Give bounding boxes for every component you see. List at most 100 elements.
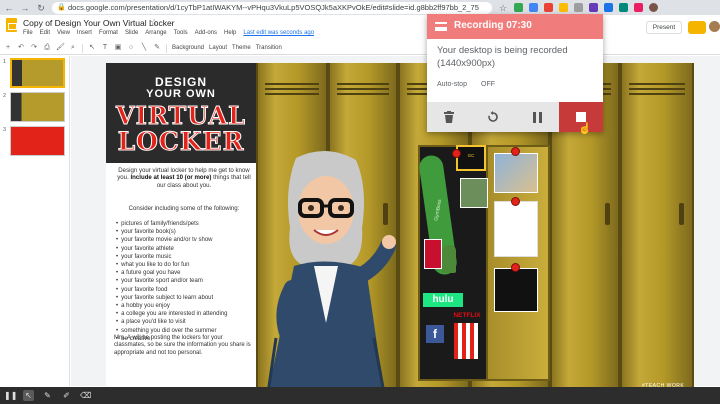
- profile-icon[interactable]: [649, 3, 658, 12]
- pause-icon[interactable]: ❚❚: [4, 390, 17, 401]
- editor-toolbar: + ↶ ↷ ⎙ 🖌 ⌕ ↖ T ▣ ○ ╲ ✎ Background Layou…: [4, 42, 720, 54]
- autostop-label: Auto-stop: [437, 81, 467, 88]
- last-edit-link[interactable]: Last edit was seconds ago: [243, 30, 314, 36]
- screen-recorder-panel: Recording 07:30 Your desktop is being re…: [427, 14, 603, 132]
- extension-icon[interactable]: [544, 3, 553, 12]
- consider-text: Consider including some of the following…: [128, 205, 240, 212]
- bitmoji-character[interactable]: [256, 148, 396, 393]
- list-item: a place you'd like to visit: [116, 318, 261, 326]
- slide-filmstrip: 1 2 3: [0, 56, 70, 386]
- facebook-logo-sticker[interactable]: f: [426, 325, 444, 343]
- menu-help[interactable]: Help: [224, 30, 236, 36]
- extension-icon[interactable]: [529, 3, 538, 12]
- closing-note: Mrs. A will be posting the lockers for y…: [114, 335, 251, 356]
- autostop-toggle[interactable]: OFF: [481, 81, 495, 88]
- pause-recording-button[interactable]: [515, 102, 559, 132]
- slide-thumbnail-1[interactable]: [10, 58, 65, 88]
- share-button[interactable]: [688, 21, 706, 34]
- shape-icon[interactable]: ○: [127, 44, 135, 52]
- sticker-sheet[interactable]: [494, 201, 538, 257]
- extension-icon[interactable]: [604, 3, 613, 12]
- restart-recording-button[interactable]: [471, 102, 515, 132]
- zoom-icon[interactable]: ⌕: [69, 44, 77, 52]
- menu-insert[interactable]: Insert: [77, 30, 92, 36]
- list-item: your favorite food: [116, 286, 261, 294]
- photo-collage-sticker[interactable]: [494, 153, 538, 193]
- image-icon[interactable]: ▣: [114, 44, 122, 52]
- slide-thumbnail-2[interactable]: [10, 92, 65, 122]
- badge-sticker[interactable]: GC: [456, 145, 486, 171]
- comment-icon[interactable]: ✎: [153, 44, 161, 52]
- redo-icon[interactable]: ↷: [30, 44, 38, 52]
- menu-file[interactable]: File: [23, 30, 33, 36]
- url-text: docs.google.com/presentation/d/1cyTbP1at…: [68, 2, 479, 12]
- toolbar-divider: [82, 43, 83, 53]
- popcorn-sticker[interactable]: [454, 323, 478, 359]
- discard-recording-button[interactable]: [427, 102, 471, 132]
- list-item: a hobby you enjoy: [116, 302, 261, 310]
- photo-sticker[interactable]: [460, 178, 488, 208]
- print-icon[interactable]: ⎙: [43, 44, 51, 52]
- list-item: your favorite movie and/or tv show: [116, 236, 261, 244]
- magnet-icon: [511, 197, 520, 206]
- menu-arrange[interactable]: Arrange: [145, 30, 166, 36]
- present-button[interactable]: Present: [646, 21, 682, 34]
- theme-button[interactable]: Theme: [232, 45, 251, 51]
- background-button[interactable]: Background: [172, 45, 204, 51]
- slide-number: 3: [3, 127, 7, 133]
- netflix-logo-sticker[interactable]: NETFLIX: [452, 312, 482, 320]
- slides-logo-icon[interactable]: [6, 18, 17, 32]
- extension-icon[interactable]: [514, 3, 523, 12]
- menu-tools[interactable]: Tools: [174, 30, 188, 36]
- screen: ← → ↻ 🔒 docs.google.com/presentation/d/1…: [0, 0, 720, 404]
- layout-button[interactable]: Layout: [209, 45, 227, 51]
- menu-edit[interactable]: Edit: [40, 30, 50, 36]
- browser-toolbar: ← → ↻ 🔒 docs.google.com/presentation/d/1…: [0, 0, 720, 15]
- transition-button[interactable]: Transition: [256, 45, 282, 51]
- extension-icon[interactable]: [559, 3, 568, 12]
- extension-icon[interactable]: [619, 3, 628, 12]
- extension-icon[interactable]: [589, 3, 598, 12]
- back-icon[interactable]: ←: [4, 3, 14, 13]
- extension-icon[interactable]: [574, 3, 583, 12]
- forward-icon[interactable]: →: [20, 3, 30, 13]
- cursor-icon[interactable]: ↖: [23, 390, 34, 401]
- title-line: YOUR OWN: [146, 88, 216, 100]
- menu-bar: File Edit View Insert Format Slide Arran…: [23, 30, 314, 36]
- hulu-logo-sticker[interactable]: hulu: [423, 293, 463, 307]
- star-icon[interactable]: ☆: [150, 17, 158, 28]
- list-item: a college you are interested in attendin…: [116, 310, 261, 318]
- highlighter-icon[interactable]: ✐: [61, 390, 72, 401]
- address-bar[interactable]: 🔒 docs.google.com/presentation/d/1cyTbP1…: [52, 1, 492, 14]
- undo-icon[interactable]: ↶: [17, 44, 25, 52]
- magnet-icon: [511, 263, 520, 272]
- list-item: your favorite athlete: [116, 245, 261, 253]
- select-cursor-icon[interactable]: ↖: [88, 44, 96, 52]
- hamburger-menu-icon[interactable]: [435, 22, 447, 31]
- list-item: what you like to do for fun: [116, 261, 261, 269]
- avatar[interactable]: [709, 21, 720, 32]
- list-item: your favorite subject to learn about: [116, 294, 261, 302]
- slide-thumbnail-3[interactable]: [10, 126, 65, 156]
- books-sticker[interactable]: [494, 268, 538, 312]
- recording-timer: Recording 07:30: [454, 20, 532, 31]
- restart-icon: [488, 111, 498, 122]
- stop-icon: [576, 112, 586, 122]
- menu-slide[interactable]: Slide: [125, 30, 138, 36]
- pen-icon[interactable]: ✎: [42, 390, 53, 401]
- text-box-icon[interactable]: T: [101, 44, 109, 52]
- menu-view[interactable]: View: [57, 30, 70, 36]
- paint-format-icon[interactable]: 🖌: [56, 44, 65, 52]
- menu-format[interactable]: Format: [99, 30, 118, 36]
- cactus-sticker[interactable]: [442, 245, 456, 273]
- add-slide-icon[interactable]: +: [4, 44, 12, 52]
- line-icon[interactable]: ╲: [140, 44, 148, 52]
- list-item: a future goal you have: [116, 269, 261, 277]
- menu-addons[interactable]: Add-ons: [195, 30, 217, 36]
- bookmark-star-icon[interactable]: ☆: [498, 3, 508, 13]
- extension-icon[interactable]: [634, 3, 643, 12]
- drink-sticker[interactable]: [424, 239, 442, 269]
- reload-icon[interactable]: ↻: [36, 3, 46, 13]
- slide[interactable]: GymBoss GC hulu NETFLIX f DESIGN YOUR OW…: [106, 63, 694, 393]
- eraser-icon[interactable]: ⌫: [80, 390, 91, 401]
